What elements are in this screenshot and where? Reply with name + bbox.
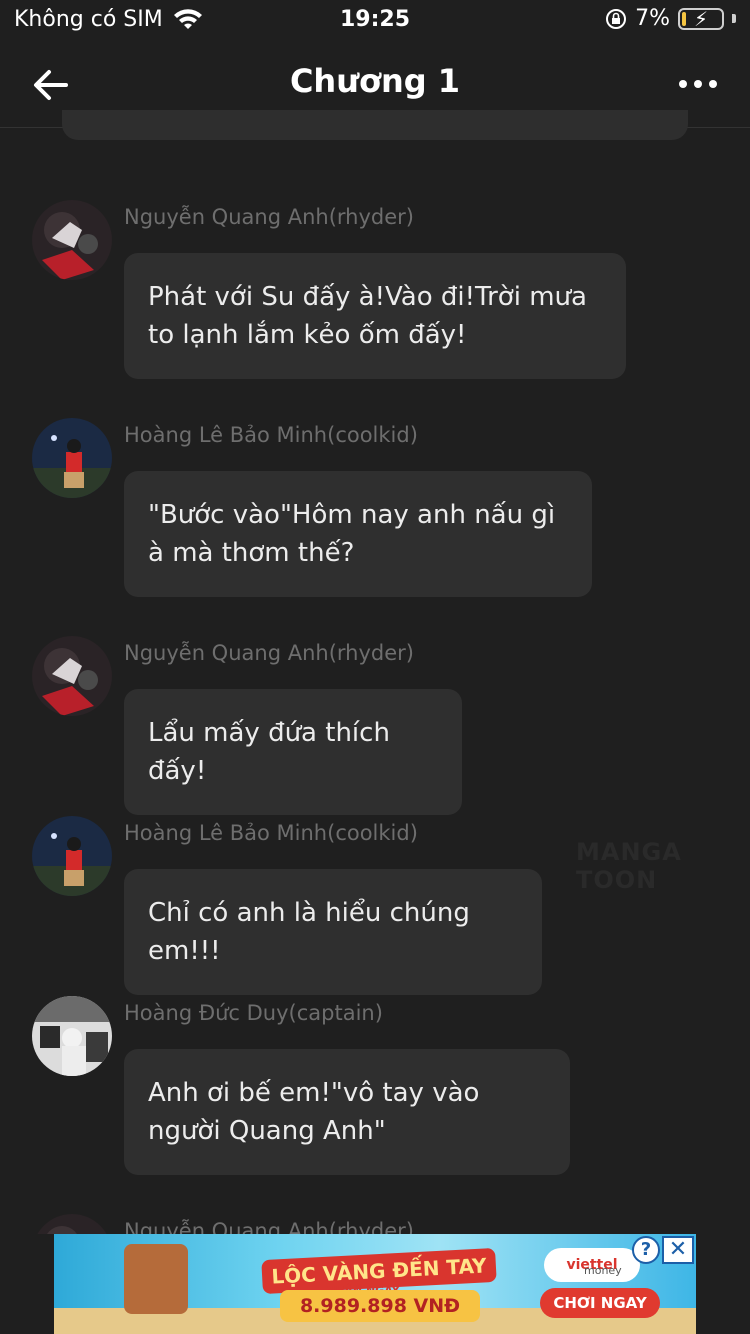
status-bar: Không có SIM 19:25 7% ⚡ — [0, 0, 750, 42]
rotation-lock-icon — [606, 8, 627, 29]
sender-name: Nguyễn Quang Anh(rhyder) — [124, 205, 414, 229]
message-bubble: "Bước vào"Hôm nay anh nấu gì à mà thơm t… — [124, 471, 592, 597]
avatar[interactable] — [32, 418, 112, 498]
avatar[interactable] — [32, 996, 112, 1076]
ad-brand-sub: money — [584, 1264, 622, 1277]
ad-cta-button[interactable]: CHƠI NGAY — [540, 1288, 660, 1318]
avatar[interactable] — [32, 200, 112, 280]
ad-close-icon[interactable]: ✕ — [662, 1236, 694, 1264]
ad-creative[interactable]: LỘC VÀNG ĐẾN TAY NHẬN NGAY 8.989.898 VNĐ… — [54, 1234, 696, 1334]
battery-cap — [732, 14, 736, 23]
page-title: Chương 1 — [289, 62, 461, 100]
sender-name: Hoàng Đức Duy(captain) — [124, 1001, 383, 1025]
sender-name: Hoàng Lê Bảo Minh(coolkid) — [124, 423, 418, 447]
watermark-logo: MANGA TOON — [576, 838, 682, 894]
message-bubble: Lẩu mấy đứa thích đấy! — [124, 689, 462, 815]
avatar[interactable] — [32, 816, 112, 896]
sender-name: Hoàng Lê Bảo Minh(coolkid) — [124, 821, 418, 845]
more-options-icon[interactable] — [676, 66, 720, 102]
status-right: 7% ⚡ — [605, 6, 736, 31]
ad-house-graphic — [124, 1244, 188, 1314]
message-bubble: Phát với Su đấy à!Vào đi!Trời mưa to lạn… — [124, 253, 626, 379]
sender-name: Nguyễn Quang Anh(rhyder) — [124, 641, 414, 665]
ad-amount: 8.989.898 VNĐ — [280, 1290, 480, 1322]
previous-bubble-remnant — [62, 110, 688, 140]
battery-icon: ⚡ — [678, 7, 724, 31]
chat-screen: Không có SIM 19:25 7% ⚡ Chương 1 Nguyễn … — [0, 0, 750, 1334]
avatar[interactable] — [32, 636, 112, 716]
ad-info-icon[interactable]: ? — [632, 1236, 660, 1264]
battery-percent: 7% — [635, 6, 670, 31]
message-bubble: Anh ơi bế em!"vô tay vào người Quang Anh… — [124, 1049, 570, 1175]
message-bubble: Chỉ có anh là hiểu chúng em!!! — [124, 869, 542, 995]
